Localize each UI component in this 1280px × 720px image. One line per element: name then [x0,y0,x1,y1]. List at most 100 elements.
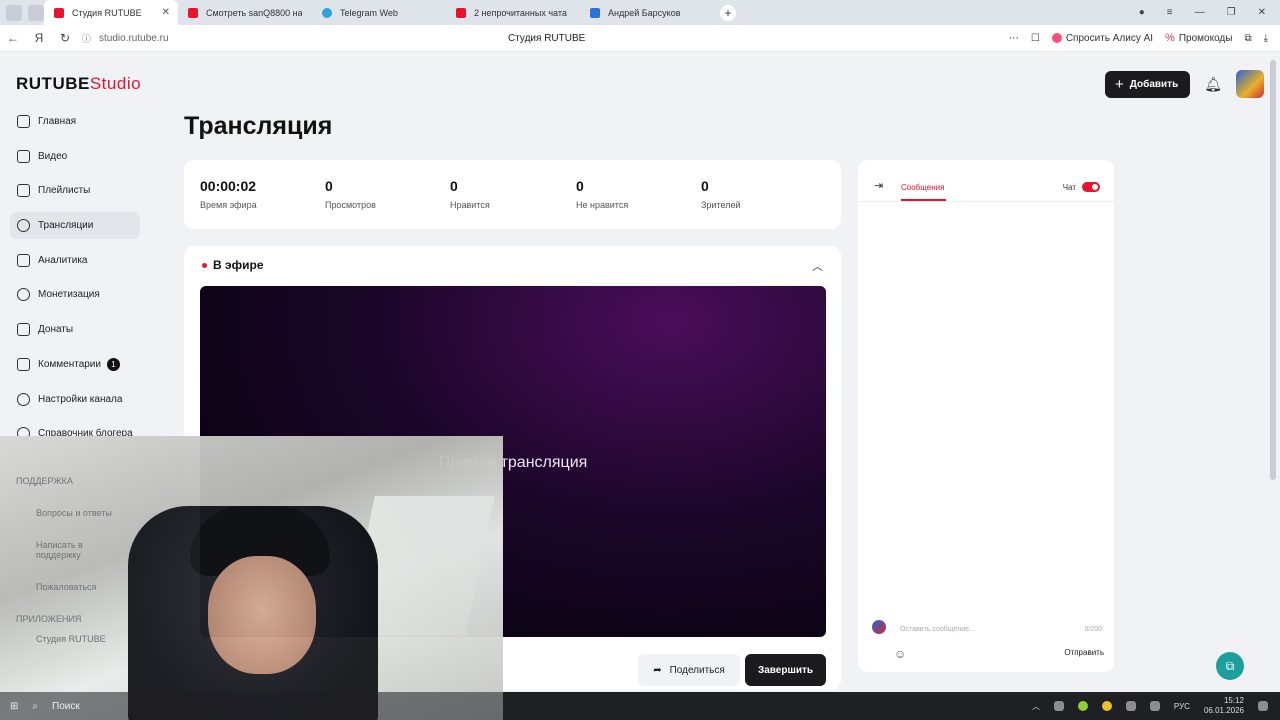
menu-icon[interactable]: ≡ [1167,7,1173,18]
alice-button[interactable]: Спросить Алису AI [1051,33,1153,44]
search-icon[interactable]: ⌕ [32,701,38,712]
share-button[interactable]: ➦ Поделиться [638,654,740,686]
stat-value: 0 [325,178,333,194]
stat-value: 0 [576,178,584,194]
promo-button[interactable]: % Промокоды [1165,32,1232,44]
download-icon[interactable]: ⤓ [1264,33,1268,44]
collections-icon[interactable]: ⧉ [1244,33,1251,44]
tab-label: Студия RUTUBE [72,7,142,18]
chevron-up-icon[interactable]: ︿ [812,258,823,274]
page-scrollbar[interactable] [1270,60,1276,480]
sidebar-item-video[interactable]: Видео [10,143,140,170]
chat-bubble-icon: ⧉ [1225,658,1235,673]
add-button[interactable]: + Добавить [1105,70,1191,98]
logo-main: RUTUBE [16,74,90,93]
chat-toggle[interactable] [1082,182,1100,192]
sidebar-item-label: Донаты [38,324,74,336]
notifications-icon[interactable] [1258,701,1268,711]
analytics-icon [17,253,30,267]
network-icon[interactable] [1125,701,1136,711]
sidebar-item-home[interactable]: Главная [10,108,140,135]
bookmark-icon[interactable]: ☐ [1031,33,1040,44]
chevron-up-icon[interactable]: ︿ [1032,701,1040,712]
support-item[interactable]: Вопросы и ответы [16,508,126,519]
vk-favicon-icon [590,7,600,18]
rutube-studio-logo[interactable]: RUTUBEStudio [16,74,141,94]
tab-messages[interactable]: Сообщения [901,183,944,192]
browser-tab-vk[interactable]: Андрей Барсуков [580,0,714,25]
windows-icon[interactable]: ⊞ [10,701,18,712]
stat-label: Зрителей [701,200,741,210]
sidebar-item-label: Плейлисты [38,185,91,197]
lock-icon: ⓘ [82,33,92,44]
support-chat-button[interactable]: ⧉ [1216,652,1244,680]
url-field[interactable]: studio.rutube.ru [99,33,169,44]
taskbar-search[interactable]: Поиск [52,701,80,712]
more-icon[interactable]: ⋯ [1009,33,1019,44]
apps-item[interactable]: Студия RUTUBE [16,634,126,645]
tab-label: Андрей Барсуков [608,7,681,18]
emoji-icon[interactable]: ☺ [894,647,906,661]
collapse-chat-icon[interactable]: ⇥ [874,179,883,192]
rutube-favicon-icon [456,7,466,18]
stat-likes: 0 Нравится [450,178,490,210]
mic-icon[interactable] [1053,701,1064,711]
language-indicator[interactable]: РУС [1174,702,1190,711]
support-item[interactable]: Написать в поддержку [16,540,126,562]
sidebar-item-broadcasts[interactable]: Трансляции [10,212,140,240]
browser-menu-icon[interactable] [6,4,22,21]
settings-icon [17,392,30,406]
webcam-overlay: ПОДДЕРЖКА Вопросы и ответы Написать в по… [0,436,503,720]
bell-icon[interactable]: 🔔︎ [1204,76,1222,93]
app-tray-icon[interactable] [1077,701,1088,711]
video-icon [17,149,30,163]
chat-header: ⇥ Сообщения Чат [858,160,1114,202]
sidebar-item-settings[interactable]: Настройки канала [10,386,140,413]
sidebar-item-playlists[interactable]: Плейлисты [10,177,140,204]
stat-dislikes: 0 Не нравится [576,178,628,210]
logo-studio: Studio [89,74,142,93]
browser-tab-chats[interactable]: 2 непрочитанных чата [446,0,580,25]
yandex-icon[interactable]: Я [26,31,52,45]
browser-tab-studio[interactable]: Студия RUTUBE ✕ [44,0,178,25]
support-item[interactable]: Пожаловаться [16,582,126,593]
sidebar-item-analytics[interactable]: Аналитика [10,247,140,274]
new-tab-button[interactable]: + [720,4,736,21]
sidebar-item-label: Главная [38,116,77,127]
window-controls: ● ≡ — ❐ ✕ [1139,7,1280,18]
sidebar-item-monetization[interactable]: Монетизация [10,281,140,308]
sidebar-item-comments[interactable]: Комментарии 1 [10,351,140,378]
char-counter: 0/200 [1084,626,1102,633]
stat-viewers: 0 Зрителей [701,178,740,210]
stat-label: Не нравится [576,200,629,210]
stat-label: Нравится [450,200,490,210]
minimize-icon[interactable]: — [1195,7,1205,18]
browser-tab-watch[interactable]: Смотреть sanQ8800 на RUTUBE [178,0,312,25]
chat-input[interactable]: Оставить сообщение... [900,626,975,633]
send-button[interactable]: Отправить [1064,648,1104,657]
avatar[interactable] [1236,70,1264,98]
maximize-icon[interactable]: ❐ [1227,7,1236,18]
sidebar-item-donates[interactable]: Донаты [10,316,140,343]
broadcast-icon [17,219,30,233]
browser-tab-telegram[interactable]: Telegram Web [312,0,446,25]
telegram-favicon-icon [322,7,332,18]
reload-icon[interactable]: ↻ [52,31,78,45]
tab-list-icon[interactable] [28,4,44,21]
clock[interactable]: 15:12 06.01.2026 [1204,696,1244,717]
plus-icon: + [1115,75,1124,93]
rutube-favicon-icon [54,7,64,18]
profile-icon[interactable]: ● [1139,7,1145,18]
page-title: Трансляция [184,112,333,140]
app-tray-icon[interactable] [1101,701,1112,711]
tab-label: Telegram Web [340,7,398,18]
close-window-icon[interactable]: ✕ [1258,7,1266,18]
end-stream-button[interactable]: Завершить [745,654,826,686]
live-status: В эфире [202,258,264,272]
back-icon[interactable]: ← [0,31,26,45]
add-label: Добавить [1129,78,1179,90]
home-icon [17,115,30,128]
chat-input-row: Оставить сообщение... 0/200 [872,620,1102,638]
volume-icon[interactable] [1149,701,1160,711]
close-icon[interactable]: ✕ [162,7,170,18]
